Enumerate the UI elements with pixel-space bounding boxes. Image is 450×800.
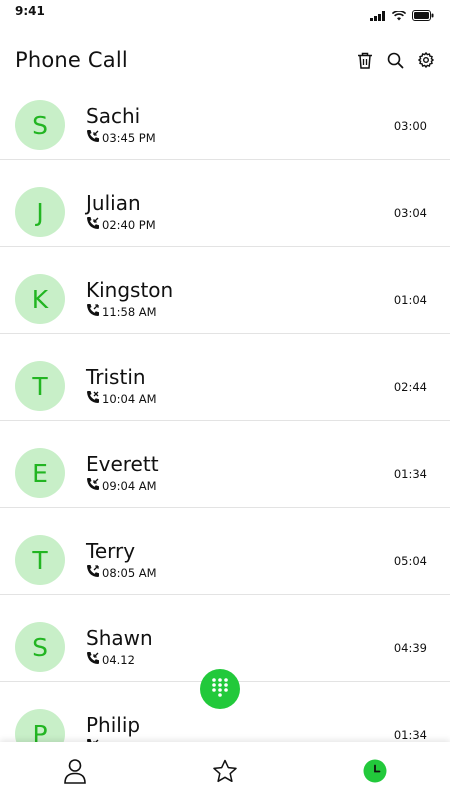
- call-row[interactable]: T Tristin 10:04 AM 02:44: [0, 334, 450, 421]
- call-duration: 04:39: [393, 641, 427, 655]
- incoming-call-icon: [86, 651, 100, 668]
- status-icons: [370, 6, 434, 25]
- call-time-text: 09:04 AM: [102, 478, 157, 493]
- call-time-text: 11:58 AM: [102, 304, 157, 319]
- contacts-icon[interactable]: [62, 758, 88, 784]
- contact-name: Tristin: [86, 365, 146, 389]
- dialpad-icon: [211, 677, 229, 701]
- signal-icon: [370, 6, 386, 25]
- call-time: 08:05 AM: [86, 564, 157, 581]
- status-time: 9:41: [15, 4, 45, 18]
- avatar: K: [15, 274, 65, 324]
- contact-name: Julian: [86, 191, 141, 215]
- trash-icon[interactable]: [355, 50, 375, 70]
- page-title: Phone Call: [15, 48, 128, 72]
- recents-clock-icon[interactable]: [362, 758, 388, 784]
- incoming-call-icon: [86, 129, 100, 146]
- call-time-text: 08:05 AM: [102, 565, 157, 580]
- call-time: 11:58 AM: [86, 303, 157, 320]
- avatar: T: [15, 535, 65, 585]
- outgoing-call-icon: [86, 564, 100, 581]
- bottom-nav: [0, 742, 450, 800]
- missed-call-icon: [86, 390, 100, 407]
- call-row[interactable]: J Julian 02:40 PM 03:04: [0, 160, 450, 247]
- call-row[interactable]: E Everett 09:04 AM 01:34: [0, 421, 450, 508]
- contact-name: Philip: [86, 713, 141, 737]
- contact-name: Sachi: [86, 104, 141, 128]
- avatar: S: [15, 622, 65, 672]
- call-time-text: 04.12: [102, 652, 135, 667]
- call-time: 10:04 AM: [86, 390, 157, 407]
- call-duration: 01:34: [393, 728, 427, 742]
- status-bar: 9:41: [0, 0, 450, 24]
- call-row[interactable]: K Kingston 11:58 AM 01:04: [0, 247, 450, 334]
- contact-name: Kingston: [86, 278, 174, 302]
- dialpad-button[interactable]: [200, 669, 240, 709]
- call-time-text: 10:04 AM: [102, 391, 157, 406]
- call-time-text: 02:40 PM: [102, 217, 156, 232]
- incoming-call-icon: [86, 477, 100, 494]
- call-duration: 01:04: [393, 293, 427, 307]
- call-time: 02:40 PM: [86, 216, 156, 233]
- contact-name: Shawn: [86, 626, 153, 650]
- call-time: 03:45 PM: [86, 129, 156, 146]
- avatar: J: [15, 187, 65, 237]
- avatar: E: [15, 448, 65, 498]
- contact-name: Everett: [86, 452, 159, 476]
- call-time-text: 03:45 PM: [102, 130, 156, 145]
- outgoing-call-icon: [86, 303, 100, 320]
- call-duration: 05:04: [393, 554, 427, 568]
- avatar: S: [15, 100, 65, 150]
- battery-icon: [412, 6, 434, 25]
- call-duration: 01:34: [393, 467, 427, 481]
- call-duration: 03:00: [393, 119, 427, 133]
- call-row[interactable]: T Terry 08:05 AM 05:04: [0, 508, 450, 595]
- call-time: 04.12: [86, 651, 135, 668]
- call-duration: 02:44: [393, 380, 427, 394]
- wifi-icon: [391, 6, 407, 25]
- avatar: T: [15, 361, 65, 411]
- call-row[interactable]: S Sachi 03:45 PM 03:00: [0, 73, 450, 160]
- call-time: 09:04 AM: [86, 477, 157, 494]
- search-icon[interactable]: [385, 50, 405, 70]
- call-duration: 03:04: [393, 206, 427, 220]
- gear-icon[interactable]: [416, 50, 436, 70]
- contact-name: Terry: [86, 539, 136, 563]
- call-log-list: S Sachi 03:45 PM 03:00 J Julian 02:40 PM…: [0, 73, 450, 769]
- favorites-star-icon[interactable]: [212, 758, 238, 784]
- incoming-call-icon: [86, 216, 100, 233]
